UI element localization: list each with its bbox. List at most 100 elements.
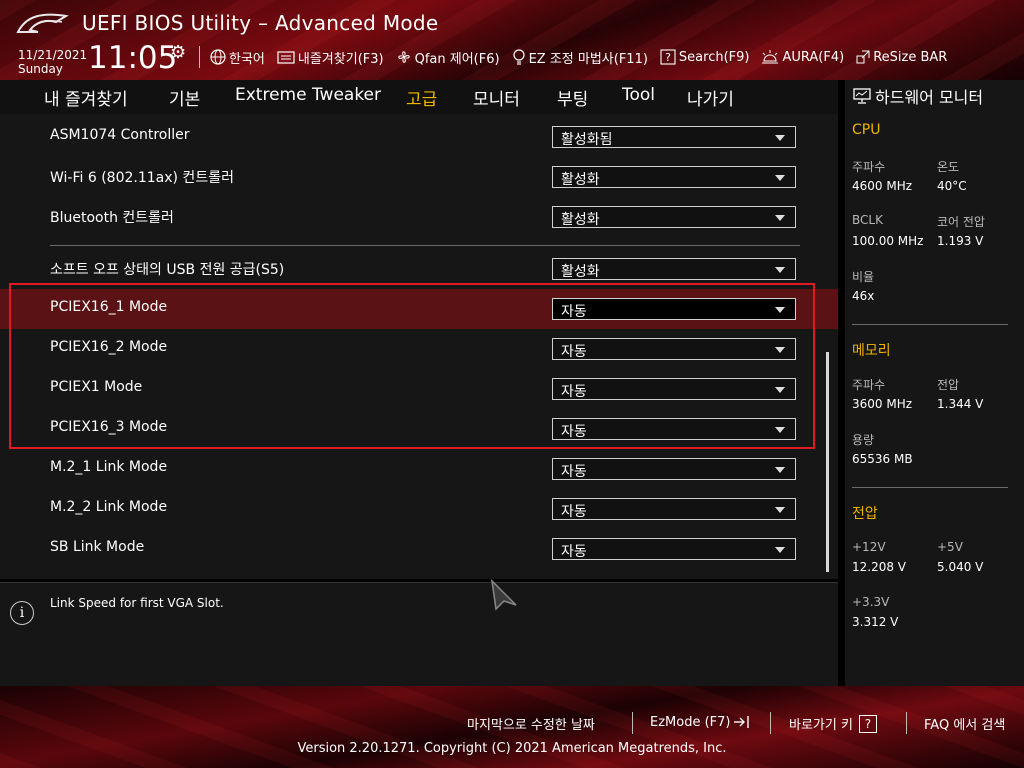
svg-text:?: ? [665, 51, 671, 64]
setting-row-m2-2[interactable]: M.2_2 Link Mode 자동 [0, 489, 838, 529]
app-title: UEFI BIOS Utility – Advanced Mode [82, 11, 439, 35]
resize-bar-button[interactable]: ReSize BAR [856, 50, 947, 65]
setting-label: M.2_1 Link Mode [50, 459, 168, 475]
settings-scrollbar[interactable] [826, 352, 829, 572]
hardware-monitor-panel: 하드웨어 모니터 CPU 주파수 온도 4600 MHz 40°C BCLK 코… [845, 80, 1024, 686]
search-label: Search(F9) [678, 49, 750, 65]
tab-monitor[interactable]: 모니터 [473, 85, 520, 110]
tab-main[interactable]: 기본 [169, 85, 200, 110]
chevron-down-icon [775, 267, 785, 273]
toolbar: 한국어 내즐겨찾기(F3) Qfan 제어(F6) EZ 조정 마법사(F11)… [210, 46, 959, 68]
setting-row-m2-1[interactable]: M.2_1 Link Mode 자동 [0, 449, 838, 489]
footer-separator [770, 712, 771, 734]
exit-arrow-icon [734, 716, 750, 728]
usb-s5-select[interactable]: 활성화 [552, 258, 796, 280]
hw-divider [852, 487, 1008, 488]
mem-volt-label: 전압 [937, 378, 960, 392]
question-box-icon: ? [858, 714, 877, 733]
date-display: 11/21/2021 Sunday [18, 48, 87, 76]
cpu-bclk-value: 100.00 MHz [852, 234, 924, 248]
tab-tool[interactable]: Tool [622, 85, 655, 105]
ez-tuning-label: EZ 조정 마법사(F11) [528, 51, 648, 67]
hw-monitor-title: 하드웨어 모니터 [875, 88, 984, 107]
cpu-temp-value: 40°C [937, 179, 967, 193]
aura-button[interactable]: AURA(F4) [761, 49, 844, 65]
cpu-temp-label: 온도 [937, 160, 960, 174]
ezmode-button[interactable]: EzMode (F7) [650, 714, 751, 730]
resize-bar-label: ReSize BAR [873, 49, 948, 65]
faq-search-button[interactable]: FAQ 에서 검색 [924, 714, 1005, 733]
setting-label: M.2_2 Link Mode [50, 499, 168, 515]
footer-bar: 마지막으로 수정한 날짜 EzMode (F7) 바로가기 키 ? FAQ 에서… [0, 686, 1024, 768]
globe-icon [210, 49, 226, 65]
fan-icon [397, 51, 410, 63]
favorites-icon [277, 51, 295, 64]
ez-tuning-button[interactable]: EZ 조정 마법사(F11) [512, 48, 648, 67]
chevron-down-icon [775, 175, 785, 181]
tab-extreme-tweaker[interactable]: Extreme Tweaker [235, 85, 381, 105]
setting-row-asm1074[interactable]: ASM1074 Controller 활성화됨 [0, 117, 838, 157]
version-text: Version 2.20.1271. Copyright (C) 2021 Am… [297, 741, 727, 756]
m2-2-select[interactable]: 자동 [552, 498, 796, 520]
bulb-icon [512, 49, 525, 65]
v33-label: +3.3V [852, 595, 890, 609]
m2-1-select[interactable]: 자동 [552, 458, 796, 480]
highlight-annotation-box [9, 283, 815, 449]
mem-cap-value: 65536 MB [852, 452, 913, 466]
header-bar: UEFI BIOS Utility – Advanced Mode 11/21/… [0, 0, 1024, 80]
mouse-cursor-icon [490, 579, 517, 611]
qfan-button[interactable]: Qfan 제어(F6) [396, 48, 500, 67]
mem-freq-label: 주파수 [852, 378, 886, 392]
favorites-label: 내즐겨찾기(F3) [297, 51, 384, 67]
hw-divider [852, 324, 1008, 325]
setting-row-sb-link[interactable]: SB Link Mode 자동 [0, 529, 838, 569]
chevron-down-icon [775, 467, 785, 473]
last-modified-button[interactable]: 마지막으로 수정한 날짜 [467, 714, 595, 733]
v12-label: +12V [852, 540, 886, 554]
select-value: 자동 [561, 504, 587, 520]
search-button[interactable]: ? Search(F9) [660, 49, 750, 65]
cpu-ratio-label: 비율 [852, 270, 875, 284]
setting-row-wifi[interactable]: Wi-Fi 6 (802.11ax) 컨트롤러 활성화 [0, 157, 838, 197]
chevron-down-icon [775, 507, 785, 513]
v12-value: 12.208 V [852, 560, 907, 574]
main-tabs: 내 즐겨찾기 기본 Extreme Tweaker 고급 모니터 부팅 Tool… [0, 80, 838, 116]
setting-label: ASM1074 Controller [50, 127, 190, 143]
select-value: 활성화 [561, 212, 600, 228]
header-separator [199, 46, 200, 68]
tab-advanced[interactable]: 고급 [406, 85, 438, 116]
cpu-bclk-label: BCLK [852, 213, 883, 227]
voltage-section-title: 전압 [852, 506, 878, 522]
favorites-button[interactable]: 내즐겨찾기(F3) [277, 48, 384, 67]
setting-label: SB Link Mode [50, 539, 145, 555]
question-icon: ? [660, 49, 676, 65]
wifi-select[interactable]: 활성화 [552, 166, 796, 188]
clock-display: 11:05 [88, 40, 178, 76]
select-value: 활성화 [561, 172, 600, 188]
cpu-ratio-value: 46x [852, 289, 875, 303]
tab-exit[interactable]: 나가기 [687, 85, 734, 110]
select-value: 자동 [561, 464, 587, 480]
chevron-down-icon [775, 135, 785, 141]
asm1074-select[interactable]: 활성화됨 [552, 126, 796, 148]
cpu-vcore-value: 1.193 V [937, 234, 984, 248]
monitor-icon [853, 88, 871, 104]
info-icon: i [10, 601, 34, 625]
tab-boot[interactable]: 부팅 [557, 85, 588, 110]
help-text: Link Speed for first VGA Slot. [50, 596, 224, 610]
hotkeys-button[interactable]: 바로가기 키 ? [789, 714, 877, 733]
cpu-vcore-label: 코어 전압 [937, 215, 985, 229]
select-value: 활성화됨 [561, 132, 613, 148]
v5-label: +5V [937, 540, 963, 554]
gear-icon[interactable]: ⚙ [170, 42, 186, 63]
chevron-down-icon [775, 215, 785, 221]
section-divider [50, 245, 800, 246]
mem-freq-value: 3600 MHz [852, 397, 913, 411]
memory-section-title: 메모리 [852, 343, 891, 359]
setting-row-bluetooth[interactable]: Bluetooth 컨트롤러 활성화 [0, 197, 838, 237]
footer-separator [906, 712, 907, 734]
sb-link-select[interactable]: 자동 [552, 538, 796, 560]
bluetooth-select[interactable]: 활성화 [552, 206, 796, 228]
tab-my-favorites[interactable]: 내 즐겨찾기 [44, 85, 128, 110]
language-button[interactable]: 한국어 [210, 48, 265, 67]
